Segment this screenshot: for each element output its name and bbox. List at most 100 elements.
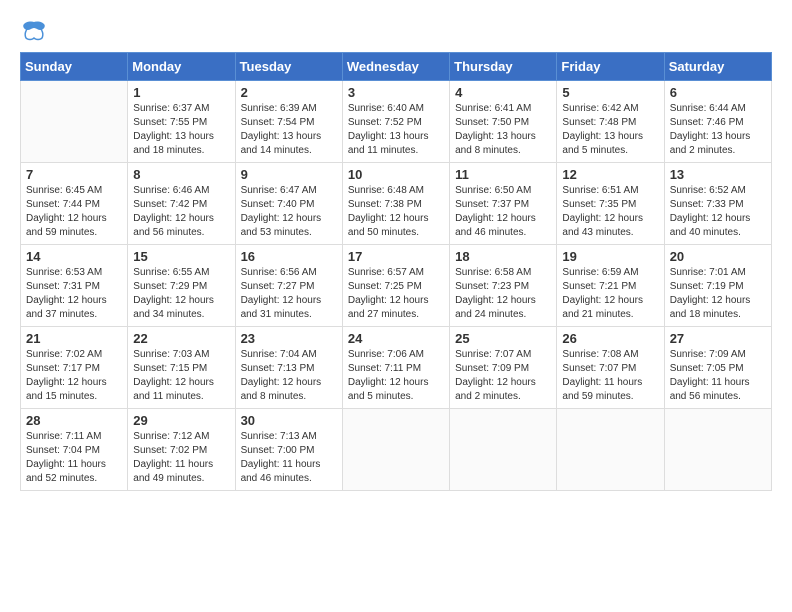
- day-number: 10: [348, 167, 444, 182]
- calendar-cell: 16 Sunrise: 6:56 AM Sunset: 7:27 PM Dayli…: [235, 245, 342, 327]
- calendar-cell: [21, 81, 128, 163]
- calendar-cell: 13 Sunrise: 6:52 AM Sunset: 7:33 PM Dayli…: [664, 163, 771, 245]
- week-row-5: 28 Sunrise: 7:11 AM Sunset: 7:04 PM Dayli…: [21, 409, 772, 491]
- cell-info: Sunrise: 6:41 AM Sunset: 7:50 PM Dayligh…: [455, 102, 551, 158]
- calendar-cell: 1 Sunrise: 6:37 AM Sunset: 7:55 PM Daylig…: [128, 81, 235, 163]
- cell-info: Sunrise: 7:09 AM Sunset: 7:05 PM Dayligh…: [670, 348, 766, 404]
- day-number: 4: [455, 85, 551, 100]
- day-number: 30: [241, 413, 337, 428]
- cell-info: Sunrise: 6:44 AM Sunset: 7:46 PM Dayligh…: [670, 102, 766, 158]
- weekday-header-friday: Friday: [557, 53, 664, 81]
- calendar-cell: 28 Sunrise: 7:11 AM Sunset: 7:04 PM Dayli…: [21, 409, 128, 491]
- week-row-1: 1 Sunrise: 6:37 AM Sunset: 7:55 PM Daylig…: [21, 81, 772, 163]
- weekday-header-thursday: Thursday: [450, 53, 557, 81]
- calendar-cell: 20Sunrise: 7:01 AM Sunset: 7:19 PM Dayli…: [664, 245, 771, 327]
- weekday-header-sunday: Sunday: [21, 53, 128, 81]
- calendar-header: SundayMondayTuesdayWednesdayThursdayFrid…: [21, 53, 772, 81]
- cell-info: Sunrise: 6:47 AM Sunset: 7:40 PM Dayligh…: [241, 184, 337, 240]
- cell-info: Sunrise: 7:13 AM Sunset: 7:00 PM Dayligh…: [241, 430, 337, 486]
- cell-info: Sunrise: 6:53 AM Sunset: 7:31 PM Dayligh…: [26, 266, 122, 322]
- week-row-4: 21 Sunrise: 7:02 AM Sunset: 7:17 PM Dayli…: [21, 327, 772, 409]
- calendar-cell: 19 Sunrise: 6:59 AM Sunset: 7:21 PM Dayli…: [557, 245, 664, 327]
- calendar-cell: 11Sunrise: 6:50 AM Sunset: 7:37 PM Dayli…: [450, 163, 557, 245]
- cell-info: Sunrise: 7:12 AM Sunset: 7:02 PM Dayligh…: [133, 430, 229, 486]
- day-number: 23: [241, 331, 337, 346]
- calendar-cell: 4 Sunrise: 6:41 AM Sunset: 7:50 PM Daylig…: [450, 81, 557, 163]
- calendar-cell: [557, 409, 664, 491]
- day-number: 3: [348, 85, 444, 100]
- week-row-3: 14 Sunrise: 6:53 AM Sunset: 7:31 PM Dayli…: [21, 245, 772, 327]
- cell-info: Sunrise: 6:40 AM Sunset: 7:52 PM Dayligh…: [348, 102, 444, 158]
- calendar-cell: 9 Sunrise: 6:47 AM Sunset: 7:40 PM Daylig…: [235, 163, 342, 245]
- day-number: 5: [562, 85, 658, 100]
- day-number: 13: [670, 167, 766, 182]
- calendar-cell: 30 Sunrise: 7:13 AM Sunset: 7:00 PM Dayli…: [235, 409, 342, 491]
- calendar-cell: 5 Sunrise: 6:42 AM Sunset: 7:48 PM Daylig…: [557, 81, 664, 163]
- day-number: 17: [348, 249, 444, 264]
- day-number: 22: [133, 331, 229, 346]
- calendar-cell: [450, 409, 557, 491]
- week-row-2: 7 Sunrise: 6:45 AM Sunset: 7:44 PM Daylig…: [21, 163, 772, 245]
- day-number: 21: [26, 331, 122, 346]
- calendar-cell: 18Sunrise: 6:58 AM Sunset: 7:23 PM Dayli…: [450, 245, 557, 327]
- day-number: 8: [133, 167, 229, 182]
- cell-info: Sunrise: 6:51 AM Sunset: 7:35 PM Dayligh…: [562, 184, 658, 240]
- day-number: 25: [455, 331, 551, 346]
- calendar-cell: 2 Sunrise: 6:39 AM Sunset: 7:54 PM Daylig…: [235, 81, 342, 163]
- cell-info: Sunrise: 7:04 AM Sunset: 7:13 PM Dayligh…: [241, 348, 337, 404]
- weekday-header-wednesday: Wednesday: [342, 53, 449, 81]
- calendar-body: 1 Sunrise: 6:37 AM Sunset: 7:55 PM Daylig…: [21, 81, 772, 491]
- calendar-cell: 8 Sunrise: 6:46 AM Sunset: 7:42 PM Daylig…: [128, 163, 235, 245]
- cell-info: Sunrise: 6:59 AM Sunset: 7:21 PM Dayligh…: [562, 266, 658, 322]
- cell-info: Sunrise: 6:57 AM Sunset: 7:25 PM Dayligh…: [348, 266, 444, 322]
- cell-info: Sunrise: 7:08 AM Sunset: 7:07 PM Dayligh…: [562, 348, 658, 404]
- calendar-cell: 27 Sunrise: 7:09 AM Sunset: 7:05 PM Dayli…: [664, 327, 771, 409]
- calendar-cell: 24Sunrise: 7:06 AM Sunset: 7:11 PM Dayli…: [342, 327, 449, 409]
- calendar-cell: 17 Sunrise: 6:57 AM Sunset: 7:25 PM Dayli…: [342, 245, 449, 327]
- weekday-row: SundayMondayTuesdayWednesdayThursdayFrid…: [21, 53, 772, 81]
- calendar-cell: 25 Sunrise: 7:07 AM Sunset: 7:09 PM Dayli…: [450, 327, 557, 409]
- day-number: 26: [562, 331, 658, 346]
- day-number: 7: [26, 167, 122, 182]
- calendar-cell: [664, 409, 771, 491]
- calendar-cell: 21 Sunrise: 7:02 AM Sunset: 7:17 PM Dayli…: [21, 327, 128, 409]
- day-number: 2: [241, 85, 337, 100]
- day-number: 1: [133, 85, 229, 100]
- day-number: 15: [133, 249, 229, 264]
- calendar-cell: 7 Sunrise: 6:45 AM Sunset: 7:44 PM Daylig…: [21, 163, 128, 245]
- cell-info: Sunrise: 6:56 AM Sunset: 7:27 PM Dayligh…: [241, 266, 337, 322]
- cell-info: Sunrise: 6:45 AM Sunset: 7:44 PM Dayligh…: [26, 184, 122, 240]
- cell-info: Sunrise: 6:39 AM Sunset: 7:54 PM Dayligh…: [241, 102, 337, 158]
- cell-info: Sunrise: 7:11 AM Sunset: 7:04 PM Dayligh…: [26, 430, 122, 486]
- cell-info: Sunrise: 7:06 AM Sunset: 7:11 PM Dayligh…: [348, 348, 444, 404]
- weekday-header-monday: Monday: [128, 53, 235, 81]
- calendar-cell: 3 Sunrise: 6:40 AM Sunset: 7:52 PM Daylig…: [342, 81, 449, 163]
- calendar-cell: [342, 409, 449, 491]
- calendar-cell: 29Sunrise: 7:12 AM Sunset: 7:02 PM Dayli…: [128, 409, 235, 491]
- day-number: 16: [241, 249, 337, 264]
- calendar-cell: 10 Sunrise: 6:48 AM Sunset: 7:38 PM Dayli…: [342, 163, 449, 245]
- logo: [20, 20, 52, 42]
- weekday-header-tuesday: Tuesday: [235, 53, 342, 81]
- cell-info: Sunrise: 7:07 AM Sunset: 7:09 PM Dayligh…: [455, 348, 551, 404]
- day-number: 28: [26, 413, 122, 428]
- day-number: 14: [26, 249, 122, 264]
- cell-info: Sunrise: 6:50 AM Sunset: 7:37 PM Dayligh…: [455, 184, 551, 240]
- calendar-cell: 15Sunrise: 6:55 AM Sunset: 7:29 PM Dayli…: [128, 245, 235, 327]
- cell-info: Sunrise: 6:37 AM Sunset: 7:55 PM Dayligh…: [133, 102, 229, 158]
- calendar-cell: 6 Sunrise: 6:44 AM Sunset: 7:46 PM Daylig…: [664, 81, 771, 163]
- day-number: 9: [241, 167, 337, 182]
- day-number: 18: [455, 249, 551, 264]
- day-number: 27: [670, 331, 766, 346]
- cell-info: Sunrise: 6:52 AM Sunset: 7:33 PM Dayligh…: [670, 184, 766, 240]
- cell-info: Sunrise: 6:46 AM Sunset: 7:42 PM Dayligh…: [133, 184, 229, 240]
- weekday-header-saturday: Saturday: [664, 53, 771, 81]
- cell-info: Sunrise: 6:42 AM Sunset: 7:48 PM Dayligh…: [562, 102, 658, 158]
- day-number: 12: [562, 167, 658, 182]
- cell-info: Sunrise: 7:01 AM Sunset: 7:19 PM Dayligh…: [670, 266, 766, 322]
- calendar-cell: 14 Sunrise: 6:53 AM Sunset: 7:31 PM Dayli…: [21, 245, 128, 327]
- day-number: 6: [670, 85, 766, 100]
- cell-info: Sunrise: 7:02 AM Sunset: 7:17 PM Dayligh…: [26, 348, 122, 404]
- day-number: 19: [562, 249, 658, 264]
- cell-info: Sunrise: 6:48 AM Sunset: 7:38 PM Dayligh…: [348, 184, 444, 240]
